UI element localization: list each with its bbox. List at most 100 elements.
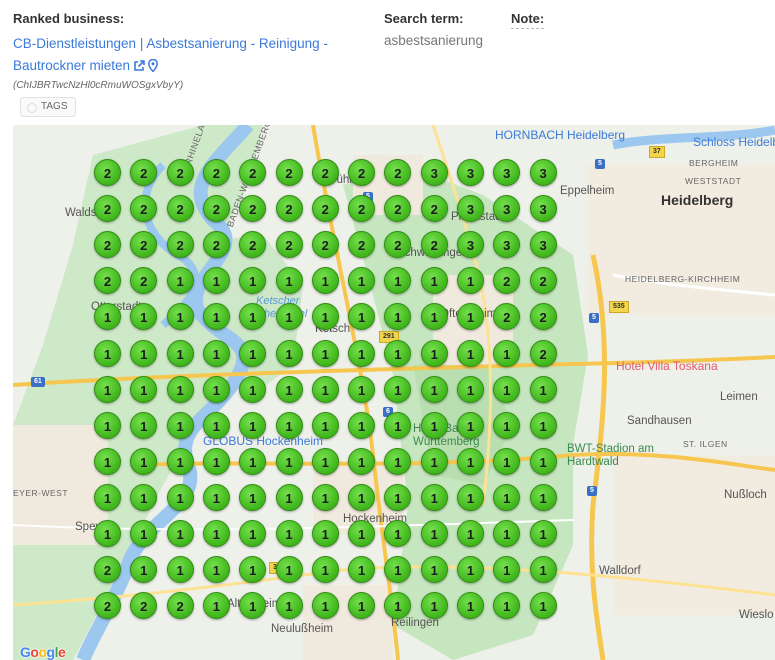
rank-pin[interactable]: 2 [94,556,121,584]
rank-pin[interactable]: 1 [420,267,448,295]
note-label[interactable]: Note: [511,11,545,29]
rank-pin[interactable]: 1 [130,375,158,403]
rank-pin[interactable]: 1 [457,556,484,584]
rank-pin[interactable]: 1 [493,375,521,403]
rank-pin[interactable]: 2 [166,592,194,620]
rank-pin[interactable]: 1 [202,520,230,547]
rank-pin[interactable]: 2 [94,231,121,259]
rank-pin[interactable]: 2 [420,195,448,223]
rank-pin[interactable]: 1 [384,411,412,439]
rank-pin[interactable]: 2 [348,195,376,223]
rank-pin[interactable]: 2 [94,592,121,620]
label-hornbach[interactable]: HORNBACH Heidelberg [495,128,625,142]
label-bwt-stadion[interactable]: BWT-Stadion am Hardtwald [567,443,667,469]
business-name[interactable]: CB-Dienstleistungen | Asbestsanierung - … [13,36,328,73]
rank-pin[interactable]: 1 [275,267,303,295]
external-link-icon[interactable] [133,57,145,79]
rank-pin[interactable]: 1 [94,483,121,511]
rank-pin[interactable]: 1 [202,375,230,403]
rank-pin[interactable]: 2 [166,195,194,223]
rank-pin[interactable]: 1 [202,592,230,620]
rank-pin[interactable]: 1 [348,483,376,511]
rank-pin[interactable]: 1 [311,483,339,511]
rank-pin[interactable]: 1 [275,303,303,331]
rank-pin[interactable]: 1 [348,339,376,367]
rank-pin[interactable]: 1 [311,447,339,475]
rank-pin[interactable]: 1 [420,411,448,439]
rank-pin[interactable]: 1 [311,411,339,439]
map-marker-icon[interactable] [148,57,159,79]
rank-pin[interactable]: 1 [529,520,557,547]
rank-pin[interactable]: 1 [384,375,412,403]
rank-pin[interactable]: 1 [130,411,158,439]
rank-pin[interactable]: 2 [529,267,557,295]
rank-pin[interactable]: 1 [239,447,267,475]
rank-pin[interactable]: 2 [275,159,303,186]
rank-pin[interactable]: 1 [94,375,121,403]
rank-pin[interactable]: 3 [529,231,557,259]
rank-pin[interactable]: 3 [457,159,484,186]
rank-pin[interactable]: 1 [166,267,194,295]
rank-pin[interactable]: 1 [202,447,230,475]
rank-pin[interactable]: 1 [166,303,194,331]
rank-pin[interactable]: 1 [384,339,412,367]
rank-pin[interactable]: 2 [239,159,267,186]
rank-pin[interactable]: 1 [166,375,194,403]
rank-pin[interactable]: 1 [130,339,158,367]
rank-pin[interactable]: 1 [239,375,267,403]
rank-pin[interactable]: 2 [420,231,448,259]
rank-pin[interactable]: 1 [311,267,339,295]
rank-pin[interactable]: 1 [311,339,339,367]
rank-pin[interactable]: 1 [202,411,230,439]
rank-pin[interactable]: 1 [420,520,448,547]
rank-pin[interactable]: 1 [275,447,303,475]
rank-pin[interactable]: 1 [457,520,484,547]
label-villa-toskana[interactable]: Hotel Villa Toskana [616,359,718,373]
rank-pin[interactable]: 1 [202,267,230,295]
rank-pin[interactable]: 1 [420,483,448,511]
rank-pin[interactable]: 1 [493,447,521,475]
rank-pin[interactable]: 2 [311,159,339,186]
rank-pin[interactable]: 1 [166,411,194,439]
rank-pin[interactable]: 2 [166,231,194,259]
rank-pin[interactable]: 1 [420,375,448,403]
rank-pin[interactable]: 2 [311,231,339,259]
rank-pin[interactable]: 1 [311,303,339,331]
rank-pin[interactable]: 2 [275,195,303,223]
rank-pin[interactable]: 1 [348,411,376,439]
rank-pin[interactable]: 1 [457,375,484,403]
rank-pin[interactable]: 2 [529,303,557,331]
rank-pin[interactable]: 2 [202,159,230,186]
tags-button[interactable]: TAGS [20,97,77,117]
rank-pin[interactable]: 1 [202,339,230,367]
rank-pin[interactable]: 1 [275,592,303,620]
business-link[interactable]: CB-Dienstleistungen | Asbestsanierung - … [13,33,368,79]
rank-pin[interactable]: 1 [493,483,521,511]
rank-pin[interactable]: 1 [202,483,230,511]
rank-pin[interactable]: 1 [94,447,121,475]
rank-pin[interactable]: 2 [202,195,230,223]
rank-pin[interactable]: 1 [94,339,121,367]
rank-pin[interactable]: 1 [275,339,303,367]
rank-pin[interactable]: 1 [275,375,303,403]
rank-pin[interactable]: 1 [348,447,376,475]
rank-pin[interactable]: 1 [420,447,448,475]
rank-pin[interactable]: 1 [166,556,194,584]
rank-pin[interactable]: 1 [311,556,339,584]
rank-pin[interactable]: 1 [94,411,121,439]
rank-pin[interactable]: 2 [311,195,339,223]
rank-pin[interactable]: 1 [348,375,376,403]
rank-pin[interactable]: 1 [202,556,230,584]
rank-pin[interactable]: 2 [275,231,303,259]
rank-pin[interactable]: 1 [94,520,121,547]
rank-pin[interactable]: 2 [94,195,121,223]
rank-pin[interactable]: 1 [529,447,557,475]
rank-pin[interactable]: 1 [529,411,557,439]
rank-pin[interactable]: 1 [348,556,376,584]
rank-pin[interactable]: 1 [420,556,448,584]
rank-pin[interactable]: 1 [275,556,303,584]
rank-pin[interactable]: 1 [239,520,267,547]
rank-pin[interactable]: 1 [166,447,194,475]
rank-pin[interactable]: 3 [529,195,557,223]
rank-pin[interactable]: 2 [166,159,194,186]
